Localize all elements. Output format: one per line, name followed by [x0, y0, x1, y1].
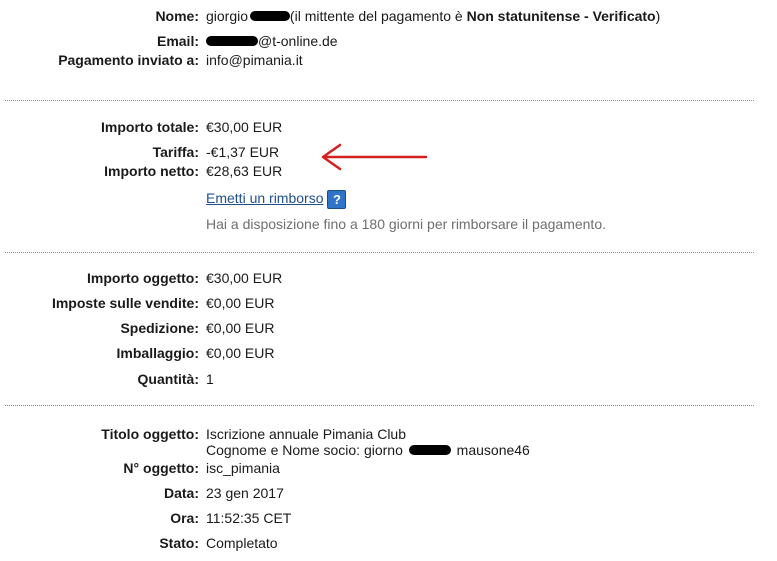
item-number-value: isc_pimania — [206, 460, 280, 476]
redacted-email-user — [206, 36, 258, 47]
status-row: Stato: Completato — [0, 533, 777, 553]
member-name-suffix: mausone46 — [456, 442, 530, 458]
time-label: Ora: — [170, 510, 199, 526]
item-title-line2-row: Cognome e Nome socio: giorno mausone46 — [0, 440, 777, 460]
member-name-prefix: Cognome e Nome socio: giorno — [206, 442, 403, 458]
item-title-line2: Cognome e Nome socio: giorno mausone46 — [206, 440, 530, 460]
refund-area: Emetti un rimborso? — [206, 188, 347, 209]
sender-name-label: Nome: — [155, 8, 199, 24]
packaging-row: Imballaggio: €0,00 EUR — [0, 343, 777, 363]
quantity-row: Quantità: 1 — [0, 369, 777, 389]
total-row: Importo totale: €30,00 EUR — [0, 117, 777, 137]
sender-email-row: Email: @t-online.de — [0, 31, 777, 51]
help-icon[interactable]: ? — [327, 189, 347, 209]
shipping-label: Spedizione: — [120, 320, 199, 336]
item-amount-row: Importo oggetto: €30,00 EUR — [0, 268, 777, 288]
shipping-value: €0,00 EUR — [206, 320, 275, 336]
status-label: Stato: — [159, 535, 199, 551]
sender-name-row: Nome: giorgio (il mittente del pagamento… — [0, 6, 777, 26]
date-value: 23 gen 2017 — [206, 485, 284, 501]
total-label: Importo totale: — [101, 119, 199, 135]
fee-label: Tariffa: — [152, 144, 199, 160]
redacted-member-name — [408, 445, 451, 456]
sender-first-name: giorgio — [206, 8, 249, 24]
quantity-label: Quantità: — [137, 371, 199, 387]
sender-email-domain: @t-online.de — [258, 33, 338, 49]
item-number-row: N° oggetto: isc_pimania — [0, 458, 777, 478]
tax-value: €0,00 EUR — [206, 295, 275, 311]
item-amount-label: Importo oggetto: — [87, 270, 199, 286]
net-row: Importo netto: €28,63 EUR — [0, 161, 777, 181]
section-divider — [5, 100, 754, 101]
net-label: Importo netto: — [104, 163, 199, 179]
recipient-row: Pagamento inviato a: info@pimania.it — [0, 50, 777, 70]
fee-value: -€1,37 EUR — [206, 144, 280, 160]
packaging-label: Imballaggio: — [116, 345, 199, 361]
sender-status-verified: Non statunitense - Verificato — [466, 8, 656, 24]
sender-name-value: giorgio (il mittente del pagamento è Non… — [206, 6, 660, 26]
date-row: Data: 23 gen 2017 — [0, 483, 777, 503]
shipping-row: Spedizione: €0,00 EUR — [0, 318, 777, 338]
section-divider — [5, 252, 754, 253]
sender-status-suffix: ) — [655, 8, 661, 24]
recipient-label: Pagamento inviato a: — [58, 52, 199, 68]
recipient-value: info@pimania.it — [206, 52, 303, 68]
sender-status-prefix: (il mittente del pagamento è — [289, 8, 467, 24]
tax-row: Imposte sulle vendite: €0,00 EUR — [0, 293, 777, 313]
item-number-label: N° oggetto: — [123, 460, 199, 476]
sender-email-value: @t-online.de — [206, 31, 338, 51]
refund-note-row: Hai a disposizione fino a 180 giorni per… — [0, 214, 777, 234]
refund-link[interactable]: Emetti un rimborso — [206, 190, 323, 206]
tax-label: Imposte sulle vendite: — [51, 295, 199, 311]
quantity-value: 1 — [206, 371, 214, 387]
time-value: 11:52:35 CET — [206, 510, 292, 526]
date-label: Data: — [163, 485, 199, 501]
item-amount-value: €30,00 EUR — [206, 270, 283, 286]
packaging-value: €0,00 EUR — [206, 345, 275, 361]
redacted-surname — [249, 11, 290, 22]
section-divider — [5, 405, 754, 406]
refund-note: Hai a disposizione fino a 180 giorni per… — [206, 216, 606, 232]
time-row: Ora: 11:52:35 CET — [0, 508, 777, 528]
net-value: €28,63 EUR — [206, 163, 283, 179]
total-value: €30,00 EUR — [206, 119, 283, 135]
refund-row: Emetti un rimborso? — [0, 188, 777, 209]
sender-email-label: Email: — [156, 33, 199, 49]
status-value: Completato — [206, 535, 278, 551]
